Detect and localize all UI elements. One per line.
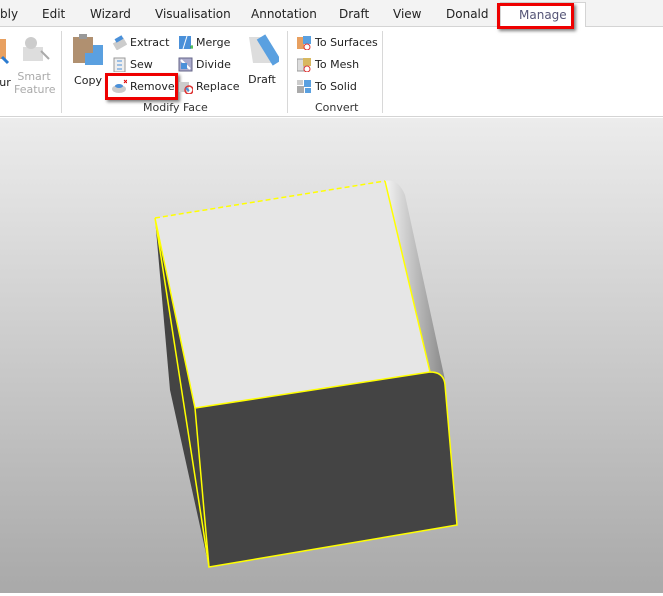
remove-highlight [105,73,178,100]
to-surfaces-icon [297,36,311,50]
to-solid-button[interactable]: To Solid [297,79,357,94]
tab-view[interactable]: View [393,7,421,21]
ribbon-panel: ur Smart Feature Copy Extract Sew Remove… [0,27,663,117]
smart-feature-button[interactable]: Smart Feature [14,33,56,96]
3d-viewport[interactable] [0,118,663,593]
smart-feature-icon [23,37,50,61]
extract-icon [112,35,127,50]
to-mesh-icon [297,58,311,72]
tab-edit[interactable]: Edit [42,7,65,21]
divide-icon [178,57,193,72]
sew-button[interactable]: Sew [112,57,153,72]
tab-wizard[interactable]: Wizard [90,7,131,21]
to-solid-icon [297,80,311,93]
draft-button[interactable]: Draft [243,31,282,86]
tab-assembly[interactable]: bly [0,7,18,21]
tab-visualisation[interactable]: Visualisation [155,7,231,21]
merge-button[interactable]: Merge [178,35,230,50]
manage-tab-highlight [497,3,574,29]
tab-draft[interactable]: Draft [339,7,369,21]
divide-button[interactable]: Divide [178,57,231,72]
contour-icon [0,39,10,65]
replace-button[interactable]: Replace [178,79,240,94]
to-mesh-button[interactable]: To Mesh [297,57,359,72]
copy-icon [73,34,103,65]
modify-face-group-label: Modify Face [143,101,208,114]
convert-group-label: Convert [315,101,359,114]
copy-button[interactable]: Copy [70,33,106,87]
sew-icon [113,57,126,72]
to-surfaces-button[interactable]: To Surfaces [297,35,378,50]
replace-icon [179,82,193,94]
tab-donald[interactable]: Donald [446,7,489,21]
cube-model[interactable] [0,118,663,593]
merge-icon [179,35,193,50]
tab-annotation[interactable]: Annotation [251,7,317,21]
extract-button[interactable]: Extract [112,35,169,50]
top-face [155,181,430,408]
draft-icon [249,34,282,66]
